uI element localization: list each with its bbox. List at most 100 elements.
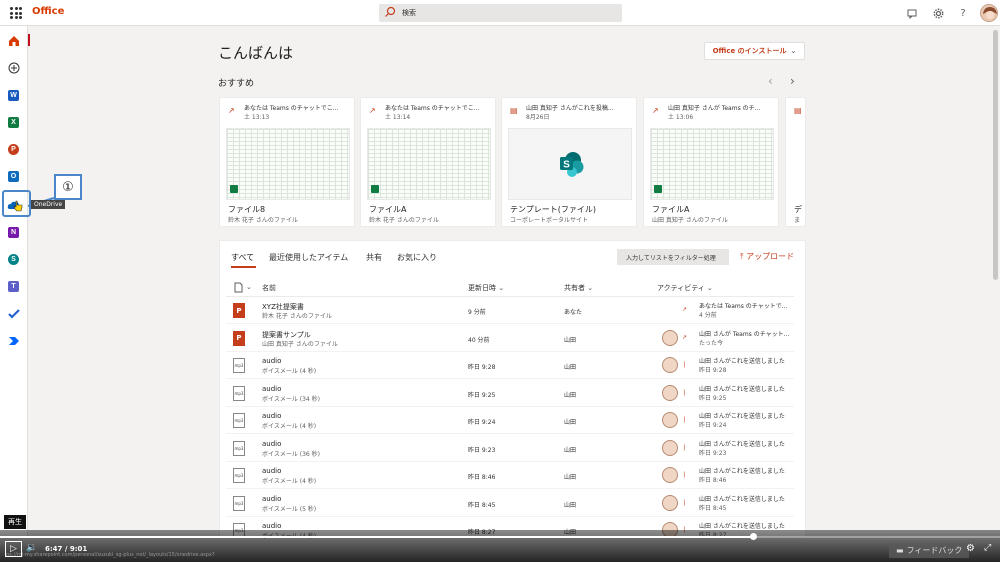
svg-text:S: S xyxy=(563,160,570,171)
column-modified[interactable]: 更新日時 ⌄ xyxy=(468,283,504,293)
tab-all[interactable]: すべて xyxy=(231,252,254,263)
file-shared-by: あなた xyxy=(564,309,583,316)
file-shared-by: 山田 xyxy=(564,474,577,481)
table-row[interactable]: mp3 audio ボイスメール (36 秒) 昨日 9:23 山田 ❘ 山田 さんがこれを… xyxy=(226,435,794,462)
table-row[interactable]: mp3 audio ボイスメール (4 秒) 昨日 8:46 山田 ❘ 山田 さんがこれを送… xyxy=(226,462,794,489)
recommended-card[interactable]: ↗ 山田 真知子 さんが Teams のチ... 土 13:06 ファイルA 山… xyxy=(643,97,779,227)
video-settings-icon[interactable]: ⚙ xyxy=(966,543,975,554)
create-icon[interactable] xyxy=(5,59,22,76)
file-activity-time: 昨日 8:46 xyxy=(699,477,727,484)
column-activity[interactable]: アクティビティ ⌄ xyxy=(657,283,713,293)
next-arrow-icon[interactable]: › xyxy=(790,74,795,88)
user-avatar[interactable] xyxy=(980,4,998,22)
recommended-title: おすすめ xyxy=(218,79,255,89)
column-name[interactable]: 名前 xyxy=(262,283,276,293)
file-modified: 40 分前 xyxy=(468,336,490,344)
install-office-button[interactable]: Office のインストール ⌄ xyxy=(704,42,805,60)
card-time: 土 13:14 xyxy=(385,114,411,121)
file-name[interactable]: audio xyxy=(262,357,281,365)
file-name[interactable]: audio xyxy=(262,495,281,503)
word-icon[interactable]: W xyxy=(5,87,22,104)
avatar xyxy=(662,439,678,456)
post-activity-icon: ▤ xyxy=(510,106,518,115)
file-shared-by: 山田 xyxy=(564,336,577,344)
sharepoint-icon[interactable]: S xyxy=(5,251,22,268)
file-name[interactable]: audio xyxy=(262,440,281,448)
table-row[interactable]: mp3 audio ボイスメール (4 秒) 昨日 9:28 山田 ❘ 山田 さんがこれを送… xyxy=(226,352,794,379)
search-input[interactable]: 検索 xyxy=(379,4,622,22)
prev-arrow-icon[interactable]: ‹ xyxy=(768,74,773,88)
file-name[interactable]: audio xyxy=(262,467,281,475)
chevron-down-icon: ⌄ xyxy=(587,284,594,292)
active-indicator xyxy=(28,34,30,46)
table-row[interactable]: mp3 audio ボイスメール (34 秒) 昨日 9:25 山田 ❘ 山田 さんがこれを… xyxy=(226,380,794,407)
video-progress-handle[interactable] xyxy=(749,533,757,540)
card-time: 土 13:13 xyxy=(244,114,270,121)
upload-button[interactable]: ⤒ アップロード xyxy=(740,251,794,262)
recommended-card[interactable]: ↗ あなたは Teams のチャットでこ... 土 13:14 ファイルA 鈴木… xyxy=(360,97,496,227)
tab-shared[interactable]: 共有 xyxy=(366,252,382,263)
file-modified: 昨日 9:28 xyxy=(468,364,496,371)
file-name[interactable]: audio xyxy=(262,522,281,530)
table-row[interactable]: P 提案書サンプル 山田 真知子 さんのファイル 40 分前 山田 ↗ 山田 さんが Tea… xyxy=(226,325,794,352)
chevron-down-icon: ⌄ xyxy=(498,284,505,292)
tab-recent[interactable]: 最近使用したアイテム xyxy=(269,252,348,263)
onenote-icon[interactable]: N xyxy=(5,224,22,241)
upload-icon: ⤒ xyxy=(740,252,744,261)
outlook-icon[interactable]: O xyxy=(5,168,22,185)
file-name[interactable]: audio xyxy=(262,385,281,393)
card-owner: コーポレートポータルサイト xyxy=(510,217,589,224)
file-modified: 昨日 8:46 xyxy=(468,474,496,481)
gear-icon[interactable] xyxy=(930,5,946,21)
home-icon[interactable] xyxy=(5,32,22,49)
recommended-card[interactable]: ▤ デ ま xyxy=(785,97,806,227)
file-owner: ボイスメール (34 秒) xyxy=(262,395,320,403)
card-owner: 鈴木 花子 さんのファイル xyxy=(369,217,439,224)
help-icon[interactable]: ? xyxy=(955,5,971,21)
column-shared[interactable]: 共有者 ⌄ xyxy=(564,283,593,293)
column-shared-label: 共有者 xyxy=(564,284,585,292)
avatar xyxy=(662,494,678,511)
card-time: 土 13:06 xyxy=(668,114,694,121)
file-activity: 山田 さんがこれを送信しました xyxy=(699,385,785,393)
card-header: ▤ 山田 真知子 さんがこれを投稿... 8月26日 xyxy=(502,98,636,124)
onedrive-tooltip: OneDrive xyxy=(31,200,66,209)
file-name[interactable]: audio xyxy=(262,412,281,420)
waffle-icon[interactable] xyxy=(10,7,22,19)
table-row[interactable]: P XYZ社提案書 鈴木 花子 さんのファイル 9 分前 あなた ↗ あなたは Teams … xyxy=(226,297,794,324)
share-activity-icon: ↗ xyxy=(369,106,376,115)
feedback-icon: ▬ xyxy=(896,546,904,555)
table-row[interactable]: mp3 audio ボイスメール (4 秒) 昨日 9:24 山田 ❘ 山田 さんがこれを送… xyxy=(226,407,794,434)
scrollbar-thumb[interactable] xyxy=(993,30,998,280)
fullscreen-icon[interactable]: ⤢ xyxy=(984,543,991,553)
tab-favorites[interactable]: お気に入り xyxy=(397,252,437,263)
filter-input[interactable]: 入力してリストをフィルター処理 xyxy=(617,249,729,265)
file-activity: 山田 さんがこれを送信しました xyxy=(699,440,785,448)
feedback-icon[interactable] xyxy=(904,5,920,21)
avatar xyxy=(662,467,678,483)
feedback-button[interactable]: ▬ フィードバック xyxy=(889,543,969,558)
excel-icon[interactable]: X xyxy=(5,114,22,131)
attachment-icon: ❘ xyxy=(682,443,688,451)
file-activity: あなたは Teams のチャットで... xyxy=(699,303,788,310)
teams-icon[interactable]: T xyxy=(5,278,22,295)
file-activity: 山田 さんがこれを送信しました xyxy=(699,413,785,420)
chevron-down-icon: ⌄ xyxy=(790,47,797,55)
sharepoint-logo-icon: S xyxy=(560,152,584,177)
file-activity-time: 昨日 9:23 xyxy=(699,449,727,457)
recommended-card[interactable]: ↗ あなたは Teams のチャットでこ... 土 13:13 ファイル8 鈴木… xyxy=(219,97,355,227)
attachment-icon: ❘ xyxy=(682,416,688,423)
chevron-down-icon[interactable]: ⌄ xyxy=(246,283,252,291)
avatar xyxy=(662,357,678,373)
excel-icon xyxy=(654,185,662,193)
recommended-card[interactable]: ▤ 山田 真知子 さんがこれを投稿... 8月26日 S テンプレート(ファイル… xyxy=(501,97,637,227)
power-automate-icon[interactable] xyxy=(5,332,22,349)
table-row[interactable]: mp3 audio ボイスメール (5 秒) 昨日 8:45 山田 ❘ 山田 さんがこれを送… xyxy=(226,490,794,517)
avatar xyxy=(662,329,678,346)
audio-file-icon: mp3 xyxy=(233,413,245,428)
powerpoint-icon[interactable]: P xyxy=(5,141,22,158)
file-shared-by: 山田 xyxy=(564,364,577,371)
app-name[interactable]: Office xyxy=(32,6,64,17)
file-owner: ボイスメール (4 秒) xyxy=(262,478,317,485)
todo-icon[interactable] xyxy=(5,305,22,322)
